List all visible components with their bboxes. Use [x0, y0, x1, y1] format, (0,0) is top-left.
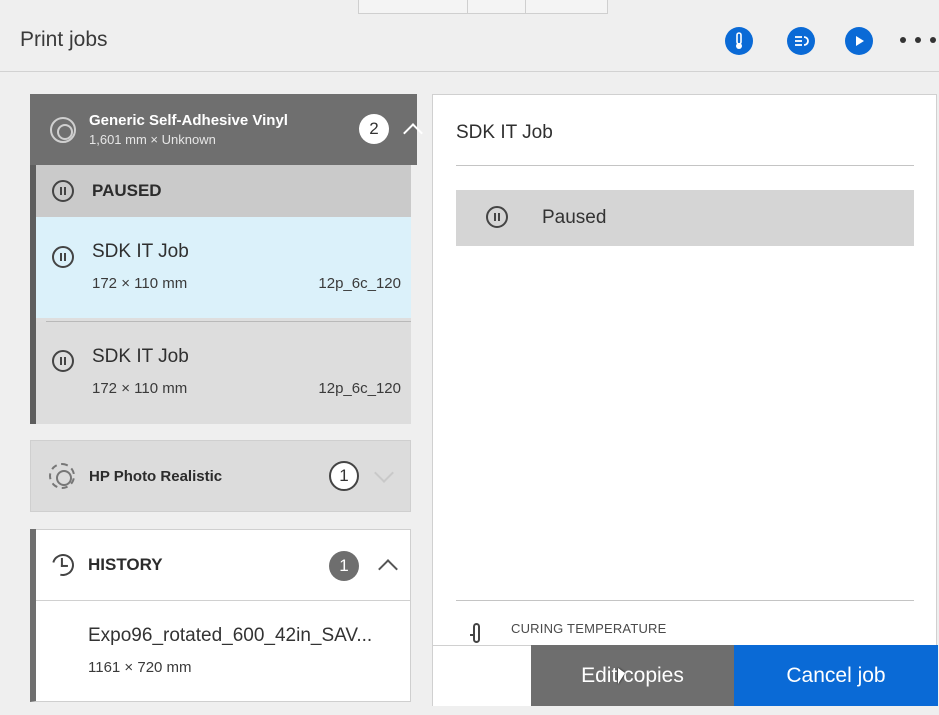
edit-copies-button[interactable]: Edit copies: [531, 645, 734, 706]
pause-icon: [52, 180, 74, 202]
queue-photo-realistic[interactable]: HP Photo Realistic 1: [30, 440, 411, 512]
history-item-size: 1161 × 720 mm: [88, 659, 192, 676]
pause-icon: [52, 350, 74, 372]
job-name: SDK IT Job: [92, 241, 189, 262]
play-button[interactable]: [845, 27, 873, 55]
page-title: Print jobs: [20, 28, 108, 51]
queue-vinyl-header[interactable]: Generic Self-Adhesive Vinyl 1,601 mm × U…: [30, 94, 423, 165]
queue-media-size: 1,601 mm × Unknown: [89, 132, 216, 147]
pause-icon: [486, 206, 508, 228]
more-icon: [900, 37, 906, 43]
job-size: 172 × 110 mm: [92, 275, 188, 292]
thermometer-button[interactable]: [725, 27, 753, 55]
job-detail-panel: SDK IT Job Paused CURING TEMPERATURE Edi…: [432, 94, 938, 706]
divider: [456, 165, 914, 166]
mouse-cursor-icon: [618, 668, 625, 684]
job-name: SDK IT Job: [92, 346, 189, 367]
queue-name: HP Photo Realistic: [89, 468, 223, 485]
thermometer-icon: [736, 32, 742, 49]
action-bar-blank: [433, 645, 531, 706]
divider: [456, 600, 914, 601]
job-row-selected[interactable]: SDK IT Job 172 × 110 mm 12p_6c_120: [36, 217, 411, 318]
curing-temperature-label: CURING TEMPERATURE: [511, 621, 667, 636]
history-label: HISTORY: [88, 555, 163, 574]
history-section: HISTORY 1 Expo96_rotated_600_42in_SAV...…: [30, 529, 411, 702]
job-status-row: Paused: [456, 190, 914, 246]
paused-section-header: PAUSED: [36, 165, 411, 217]
job-status: Paused: [542, 207, 607, 228]
history-count-badge: 1: [329, 551, 359, 581]
queue-vinyl: Generic Self-Adhesive Vinyl 1,601 mm × U…: [30, 94, 423, 424]
more-menu-button[interactable]: [900, 28, 936, 52]
queue-list-button[interactable]: [787, 27, 815, 55]
job-row[interactable]: SDK IT Job 172 × 110 mm 12p_6c_120: [36, 322, 411, 424]
queue-count-badge: 2: [359, 114, 389, 144]
chevron-up-icon[interactable]: [378, 559, 398, 579]
cancel-job-button[interactable]: Cancel job: [734, 645, 938, 706]
history-item-name[interactable]: Expo96_rotated_600_42in_SAV...: [88, 625, 400, 647]
chevron-down-icon[interactable]: [374, 463, 394, 483]
job-size: 172 × 110 mm: [92, 380, 188, 397]
pause-icon: [52, 246, 74, 268]
play-icon: [856, 36, 864, 46]
chevron-up-icon[interactable]: [403, 123, 423, 143]
queue-count-badge: 1: [329, 461, 359, 491]
job-print-mode: 12p_6c_120: [318, 275, 401, 292]
media-roll-icon: [50, 117, 76, 143]
detail-title: SDK IT Job: [456, 122, 553, 143]
curing-temperature-icon: [470, 623, 480, 643]
queue-list-icon: [795, 36, 809, 46]
job-print-mode: 12p_6c_120: [318, 380, 401, 397]
media-roll-icon: [49, 463, 75, 489]
queue-name: Generic Self-Adhesive Vinyl: [89, 112, 288, 129]
app-header: Print jobs: [0, 0, 939, 72]
history-header[interactable]: HISTORY 1: [36, 529, 410, 601]
paused-label: PAUSED: [92, 181, 162, 200]
history-icon: [47, 549, 79, 581]
